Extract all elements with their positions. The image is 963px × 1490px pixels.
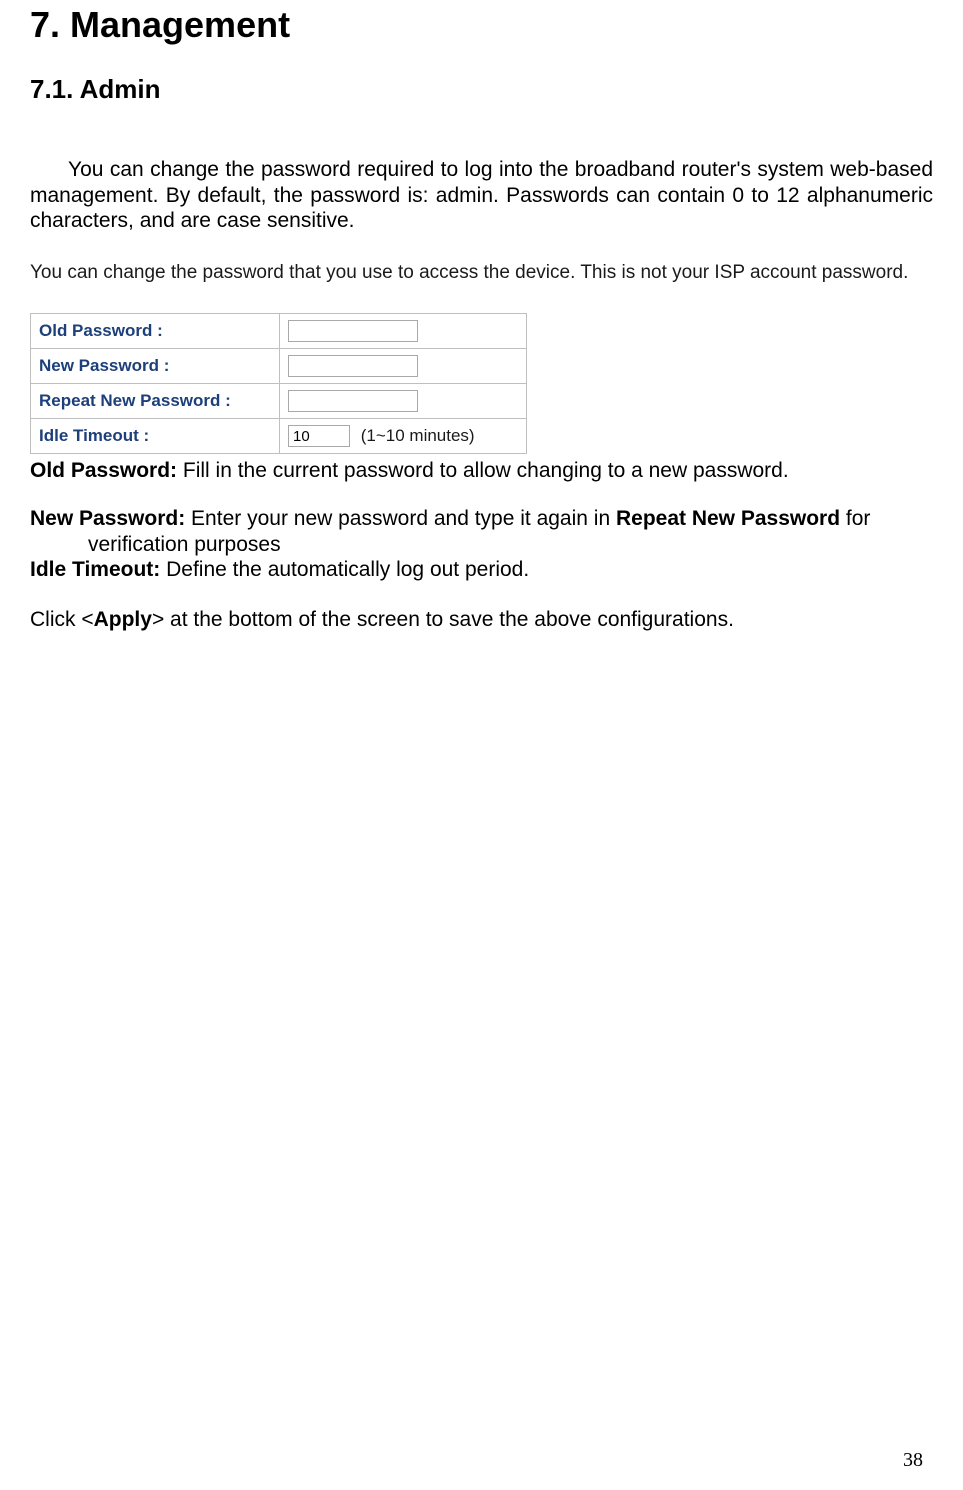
repeat-new-password-bold: Repeat New Password — [616, 507, 840, 530]
table-row: Old Password : — [31, 314, 527, 349]
idle-timeout-desc-label: Idle Timeout: — [30, 558, 160, 581]
new-password-label: New Password : — [31, 349, 280, 384]
new-password-desc: New Password: Enter your new password an… — [30, 506, 933, 557]
table-row: Idle Timeout : (1~10 minutes) — [31, 419, 527, 454]
new-password-desc-text-a: Enter your new password and type it agai… — [185, 507, 616, 530]
apply-bold: Apply — [94, 608, 152, 631]
old-password-desc-text: Fill in the current password to allow ch… — [177, 459, 789, 482]
page-number: 38 — [903, 1449, 923, 1472]
embedded-ui: You can change the password that you use… — [30, 260, 933, 455]
idle-timeout-range: (1~10 minutes) — [361, 426, 475, 445]
repeat-password-label: Repeat New Password : — [31, 384, 280, 419]
idle-timeout-desc: Idle Timeout: Define the automatically l… — [30, 557, 933, 583]
intro-paragraph: You can change the password required to … — [30, 157, 933, 234]
idle-timeout-desc-text: Define the automatically log out period. — [160, 558, 529, 581]
idle-timeout-label: Idle Timeout : — [31, 419, 280, 454]
new-password-input[interactable] — [288, 355, 418, 377]
apply-pre: Click < — [30, 608, 94, 631]
repeat-password-input[interactable] — [288, 390, 418, 412]
new-password-desc-label: New Password: — [30, 507, 185, 530]
table-row: New Password : — [31, 349, 527, 384]
new-password-desc-line2: verification purposes — [30, 532, 933, 558]
old-password-desc-label: Old Password: — [30, 459, 177, 482]
new-password-desc-text-b: for — [840, 507, 870, 530]
table-row: Repeat New Password : — [31, 384, 527, 419]
heading-management: 7. Management — [30, 0, 933, 46]
ui-description: You can change the password that you use… — [30, 260, 933, 286]
password-form-table: Old Password : New Password : Repeat New… — [30, 313, 527, 454]
intro-text: You can change the password required to … — [30, 158, 933, 232]
apply-instruction: Click <Apply> at the bottom of the scree… — [30, 607, 933, 633]
old-password-desc: Old Password: Fill in the current passwo… — [30, 458, 933, 484]
old-password-label: Old Password : — [31, 314, 280, 349]
old-password-input[interactable] — [288, 320, 418, 342]
heading-admin: 7.1. Admin — [30, 74, 933, 105]
idle-timeout-input[interactable] — [288, 425, 350, 447]
apply-post: > at the bottom of the screen to save th… — [152, 608, 734, 631]
